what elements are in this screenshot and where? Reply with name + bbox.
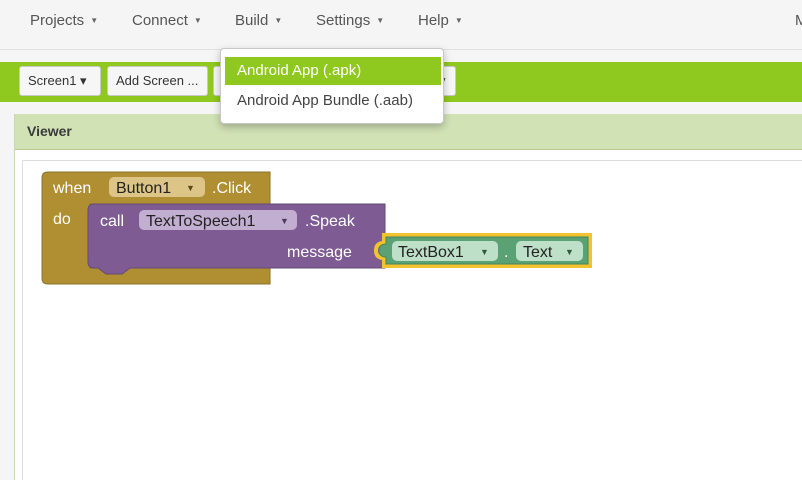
component-name-button1: Button1 xyxy=(116,180,171,197)
do-label: do xyxy=(53,211,71,228)
build-dropdown-menu: Android App (.apk) Android App Bundle (.… xyxy=(220,48,444,124)
menu-item-android-app-bundle-aab[interactable]: Android App Bundle (.aab) xyxy=(225,87,441,115)
menu-item-android-app-apk[interactable]: Android App (.apk) xyxy=(225,57,441,85)
call-label: call xyxy=(100,213,124,230)
chevron-down-icon: ▼ xyxy=(280,216,289,226)
component-name-texttospeech1: TextToSpeech1 xyxy=(146,213,256,230)
chevron-down-icon: ▼ xyxy=(565,247,574,257)
chevron-down-icon: ▼ xyxy=(480,247,489,257)
method-name-label: .Speak xyxy=(305,213,356,230)
event-name-label: .Click xyxy=(212,180,252,197)
component-name-textbox1: TextBox1 xyxy=(398,244,464,261)
getter-dot-label: . xyxy=(504,244,508,261)
when-label: when xyxy=(52,180,91,197)
property-name-text: Text xyxy=(523,244,553,261)
message-param-label: message xyxy=(287,244,352,261)
chevron-down-icon: ▼ xyxy=(186,183,195,193)
